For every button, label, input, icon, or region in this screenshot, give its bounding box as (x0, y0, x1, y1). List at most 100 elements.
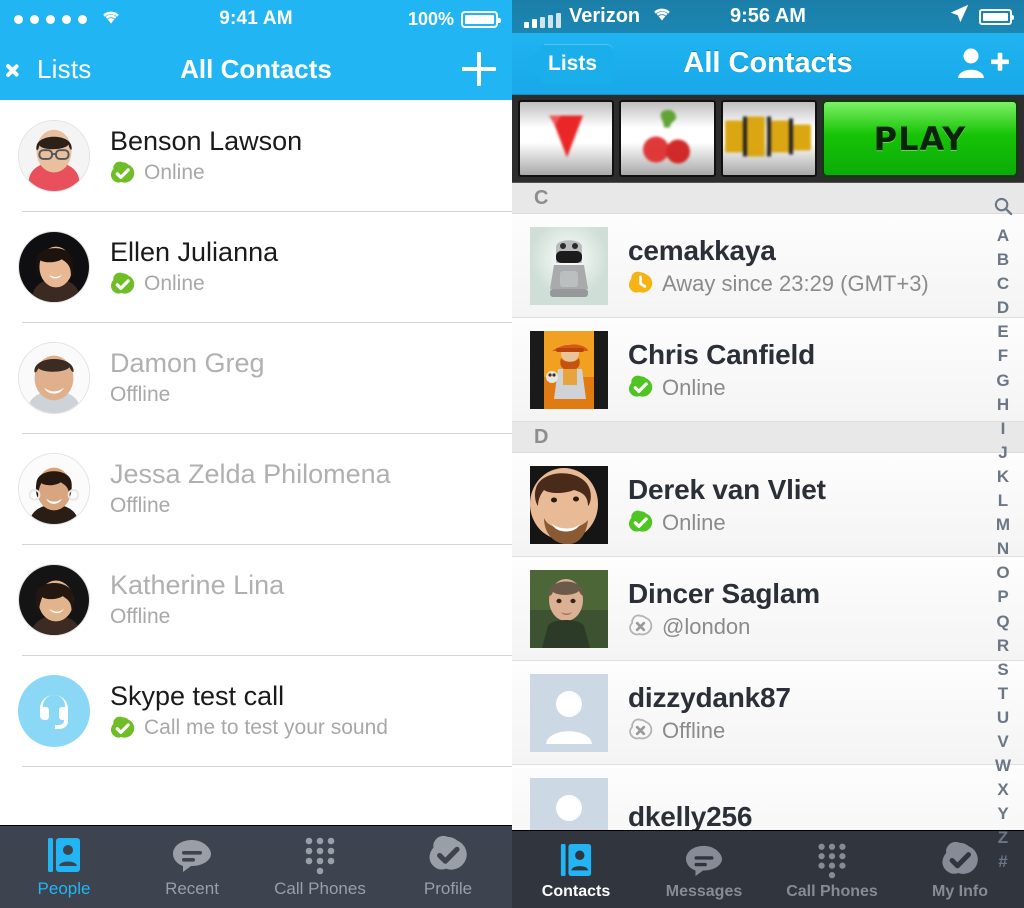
list-item[interactable]: Chris Canfield Online (512, 318, 1024, 422)
list-item-texts: dkelly256 (628, 801, 752, 833)
index-letter[interactable]: X (997, 778, 1008, 802)
contact-status-text: Offline (110, 605, 170, 629)
contact-status: Offline (110, 605, 284, 629)
alphabet-index-strip[interactable]: A B C D E F G H I J K L M N O P Q R S T … (982, 195, 1024, 830)
left-contact-list: Benson Lawson Online Ellen Julianna (0, 100, 512, 767)
index-letter[interactable]: M (996, 513, 1010, 537)
play-button[interactable]: PLAY (822, 100, 1018, 177)
list-item-texts: Benson Lawson Online (110, 126, 302, 186)
index-letter[interactable]: B (997, 248, 1009, 272)
contact-status: Online (628, 510, 826, 536)
list-item[interactable]: dizzydank87 Offline (512, 661, 1024, 765)
contacts-book-icon (46, 835, 82, 875)
tab-contacts[interactable]: Contacts (512, 831, 640, 908)
list-item-texts: Chris Canfield Online (628, 339, 815, 401)
index-letter[interactable]: I (1001, 417, 1006, 441)
contact-name: Chris Canfield (628, 339, 815, 371)
index-letter[interactable]: K (997, 465, 1009, 489)
tab-messages[interactable]: Messages (640, 831, 768, 908)
avatar (18, 342, 90, 414)
avatar (530, 331, 608, 409)
index-letter[interactable]: T (998, 682, 1008, 706)
list-item-texts: Skype test call Call me to test your sou… (110, 681, 388, 741)
chat-bubble-icon (171, 835, 213, 875)
list-item[interactable]: Damon Greg Offline (0, 322, 512, 433)
index-letter[interactable]: G (996, 369, 1009, 393)
index-letter[interactable]: Z (998, 826, 1008, 850)
contact-status-text: Online (144, 272, 205, 296)
index-letter[interactable]: U (997, 706, 1009, 730)
tab-label: Call Phones (274, 879, 366, 899)
index-letter[interactable]: Q (996, 610, 1009, 634)
tab-profile[interactable]: Profile (384, 826, 512, 908)
index-letter[interactable]: J (998, 441, 1007, 465)
avatar (530, 227, 608, 305)
contact-status-text: Away since 23:29 (GMT+3) (662, 271, 929, 297)
tab-call-phones[interactable]: Call Phones (256, 826, 384, 908)
contact-status: Online (110, 272, 278, 297)
list-item[interactable]: Derek van Vliet Online (512, 453, 1024, 557)
list-item[interactable]: Ellen Julianna Online (0, 211, 512, 322)
right-back-label: Lists (544, 44, 613, 84)
list-item[interactable]: Benson Lawson Online (0, 100, 512, 211)
index-letter[interactable]: S (997, 658, 1008, 682)
list-item[interactable]: Skype test call Call me to test your sou… (0, 655, 512, 766)
dual-screenshot-comparison: 9:41 AM 100% Lists All Contacts Benson L… (0, 0, 1024, 908)
contact-status: Online (628, 375, 815, 401)
index-letter[interactable]: V (997, 730, 1008, 754)
list-item[interactable]: Katherine Lina Offline (0, 544, 512, 655)
tab-call-phones[interactable]: Call Phones (768, 831, 896, 908)
index-letter[interactable]: Y (997, 802, 1008, 826)
slot-reel (619, 100, 715, 177)
right-status-bar: Verizon 9:56 AM (512, 0, 1024, 33)
index-letter[interactable]: E (997, 320, 1008, 344)
search-icon[interactable] (994, 197, 1013, 224)
tab-recent[interactable]: Recent (128, 826, 256, 908)
index-letter[interactable]: L (998, 489, 1008, 513)
index-letter[interactable]: # (998, 850, 1007, 874)
offline-x-icon (628, 614, 653, 639)
left-phone-screen: 9:41 AM 100% Lists All Contacts Benson L… (0, 0, 512, 908)
tab-label: Contacts (542, 883, 610, 901)
contact-name: Benson Lawson (110, 126, 302, 157)
contact-name: dkelly256 (628, 801, 752, 833)
index-letter[interactable]: H (997, 393, 1009, 417)
tab-label: My Info (932, 883, 988, 901)
index-letter[interactable]: D (997, 296, 1009, 320)
left-nav-bar: Lists All Contacts (0, 38, 512, 100)
index-letter[interactable]: W (995, 754, 1011, 778)
contact-name: Dincer Saglam (628, 578, 820, 610)
chat-bubble-icon (684, 839, 724, 879)
avatar (18, 453, 90, 525)
contact-status: Offline (110, 383, 265, 407)
index-letter[interactable]: N (997, 537, 1009, 561)
index-letter[interactable]: A (997, 224, 1009, 248)
index-letter[interactable]: O (996, 561, 1009, 585)
right-clock: 9:56 AM (512, 5, 1024, 28)
list-item[interactable]: cemakkaya Away since 23:29 (GMT+3) (512, 214, 1024, 318)
avatar (18, 231, 90, 303)
index-letter[interactable]: P (997, 585, 1008, 609)
index-letter[interactable]: R (997, 634, 1009, 658)
list-item[interactable]: Dincer Saglam @london (512, 557, 1024, 661)
advertisement-banner[interactable]: PLAY (512, 95, 1024, 183)
index-letter[interactable]: C (997, 272, 1009, 296)
tab-people[interactable]: People (0, 826, 128, 908)
list-end-divider (22, 766, 512, 767)
list-item[interactable]: Jessa Zelda Philomena Offline (0, 433, 512, 544)
tab-label: People (38, 879, 91, 899)
contact-status-text: @london (662, 614, 750, 640)
plus-icon[interactable] (462, 52, 496, 86)
contact-status: @london (628, 614, 820, 640)
online-check-icon (110, 716, 135, 741)
tab-label: Recent (165, 879, 219, 899)
index-letter[interactable]: F (998, 344, 1008, 368)
contact-name: Skype test call (110, 681, 388, 712)
check-blob-icon (428, 835, 468, 875)
away-clock-icon (628, 271, 653, 296)
list-item-texts: dizzydank87 Offline (628, 682, 791, 744)
left-back-button[interactable]: Lists (16, 54, 91, 85)
add-contact-icon[interactable] (956, 46, 1010, 82)
contact-name: Jessa Zelda Philomena (110, 459, 391, 490)
right-back-button[interactable]: Lists (526, 44, 613, 84)
